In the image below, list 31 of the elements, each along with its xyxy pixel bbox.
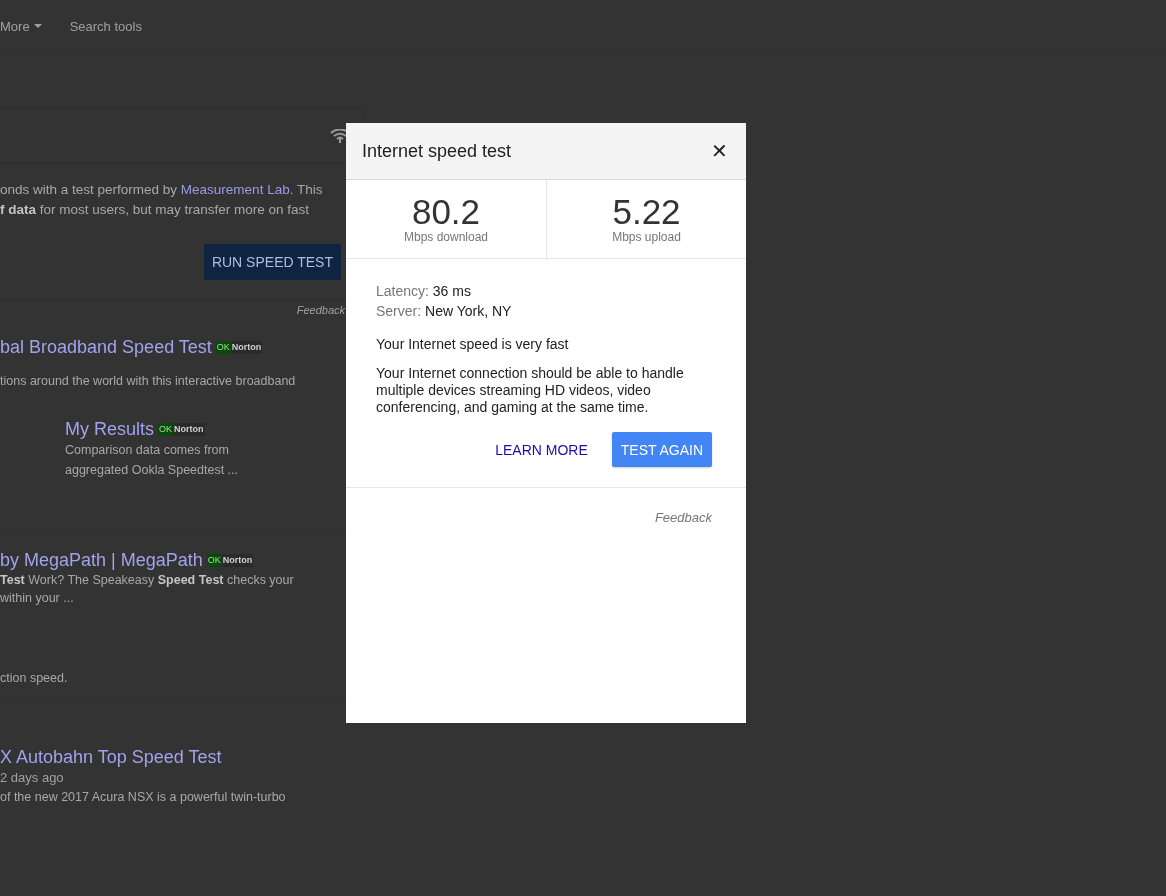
detail-line: Latency: 36 ms	[376, 282, 472, 301]
nav-link[interactable]: More	[0, 18, 42, 34]
result-snippet: Test Work? The Speakeasy Speed Test checks your	[0, 572, 295, 589]
dialog-title: Internet speed test	[362, 140, 512, 162]
result-snippet: within your ...	[0, 590, 75, 607]
learn-more-link[interactable]: LEARN MORE	[495, 441, 588, 458]
measurement-lab-link[interactable]: Measurement Lab	[180, 182, 290, 197]
sitelink-snippet: Comparison data comes from	[65, 442, 230, 459]
speed-value: 80.2	[411, 194, 481, 230]
speed-unit: Mbps download	[403, 230, 489, 244]
speed-description: Your Internet connection should be able to handle multiple devices streaming HD videos, video conferencing, and gaming at the same time.	[376, 365, 685, 416]
result-title[interactable]: by MegaPath | MegaPath	[0, 549, 203, 571]
run-speed-test-button[interactable]: RUN SPEED TEST	[203, 244, 341, 280]
speed-verdict: Your Internet speed is very fast	[376, 335, 570, 354]
result-snippet: ction speed.	[0, 670, 69, 687]
result-snippet: of the new 2017 Acura NSX is a powerful twin-turbo	[0, 789, 287, 806]
detail-line: Server: New York, NY	[376, 302, 513, 321]
result-title[interactable]: bal Broadband Speed Test	[0, 336, 212, 358]
speed-value: 5.22	[612, 194, 681, 230]
sitelink-snippet: aggregated Ookla Speedtest ...	[65, 462, 240, 479]
caret-icon	[33, 24, 42, 28]
result-title[interactable]: X Autobahn Top Speed Test	[0, 746, 222, 768]
result-date: 2 days ago	[0, 769, 65, 787]
feedback-link[interactable]: Feedback	[296, 304, 345, 316]
result-snippet: tions around the world with this interactive broadband	[0, 373, 297, 390]
test-again-button[interactable]: TEST AGAIN	[611, 432, 712, 467]
close-button[interactable]: ✕	[711, 141, 728, 161]
feedback-link[interactable]: Feedback	[654, 510, 712, 525]
nav-link[interactable]: Search tools	[69, 18, 142, 34]
sitelink-title[interactable]: My Results	[65, 418, 154, 440]
speed-unit: Mbps upload	[612, 230, 681, 244]
